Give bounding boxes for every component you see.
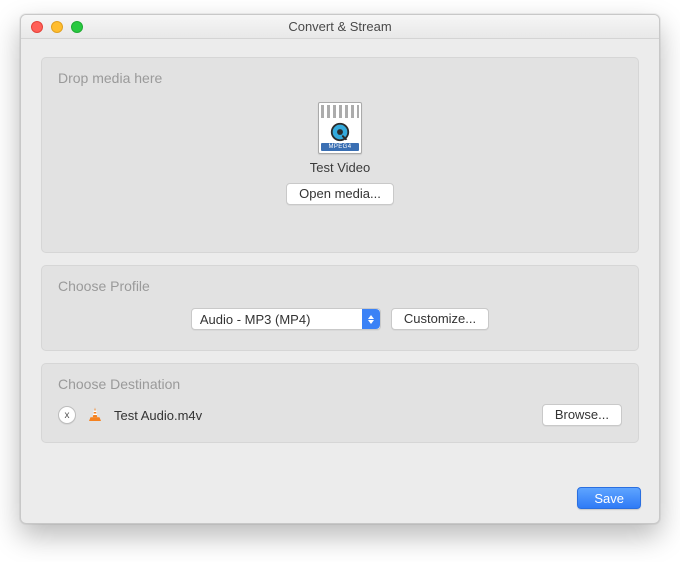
profile-selected-label: Audio - MP3 (MP4) bbox=[200, 312, 311, 327]
drop-media-heading: Drop media here bbox=[58, 70, 622, 86]
close-window-button[interactable] bbox=[31, 21, 43, 33]
clear-destination-button[interactable]: x bbox=[58, 406, 76, 424]
profile-select[interactable]: Audio - MP3 (MP4) bbox=[191, 308, 381, 330]
choose-profile-panel: Choose Profile Audio - MP3 (MP4) Customi… bbox=[41, 265, 639, 351]
destination-row: x Test Audio.m4v Browse... bbox=[58, 400, 622, 430]
zoom-window-button[interactable] bbox=[71, 21, 83, 33]
choose-destination-panel: Choose Destination x Test Audio.m4v Brow… bbox=[41, 363, 639, 443]
quicktime-icon bbox=[329, 121, 351, 143]
clear-x-icon: x bbox=[65, 410, 70, 421]
minimize-window-button[interactable] bbox=[51, 21, 63, 33]
save-button[interactable]: Save bbox=[577, 487, 641, 509]
titlebar: Convert & Stream bbox=[21, 15, 659, 39]
choose-destination-heading: Choose Destination bbox=[58, 376, 622, 392]
customize-profile-button[interactable]: Customize... bbox=[391, 308, 489, 330]
media-format-tag: MPEG4 bbox=[321, 143, 359, 151]
select-arrows-icon bbox=[362, 309, 380, 329]
drop-media-panel[interactable]: Drop media here MPEG4 Test Video Open bbox=[41, 57, 639, 253]
window-controls bbox=[21, 21, 83, 33]
profile-row: Audio - MP3 (MP4) Customize... bbox=[58, 302, 622, 338]
content-area: Drop media here MPEG4 Test Video Open bbox=[21, 39, 659, 487]
drop-media-inner: MPEG4 Test Video Open media... bbox=[58, 94, 622, 205]
media-filename: Test Video bbox=[310, 160, 370, 175]
browse-destination-button[interactable]: Browse... bbox=[542, 404, 622, 426]
dropped-media-file[interactable]: MPEG4 Test Video bbox=[310, 102, 370, 175]
choose-profile-heading: Choose Profile bbox=[58, 278, 622, 294]
vlc-cone-icon bbox=[86, 406, 104, 424]
open-media-button[interactable]: Open media... bbox=[286, 183, 394, 205]
convert-stream-window: Convert & Stream Drop media here MPEG4 bbox=[20, 14, 660, 524]
footer: Save bbox=[21, 487, 659, 523]
media-file-icon: MPEG4 bbox=[318, 102, 362, 154]
window-title: Convert & Stream bbox=[288, 19, 391, 34]
destination-filename: Test Audio.m4v bbox=[114, 408, 532, 423]
